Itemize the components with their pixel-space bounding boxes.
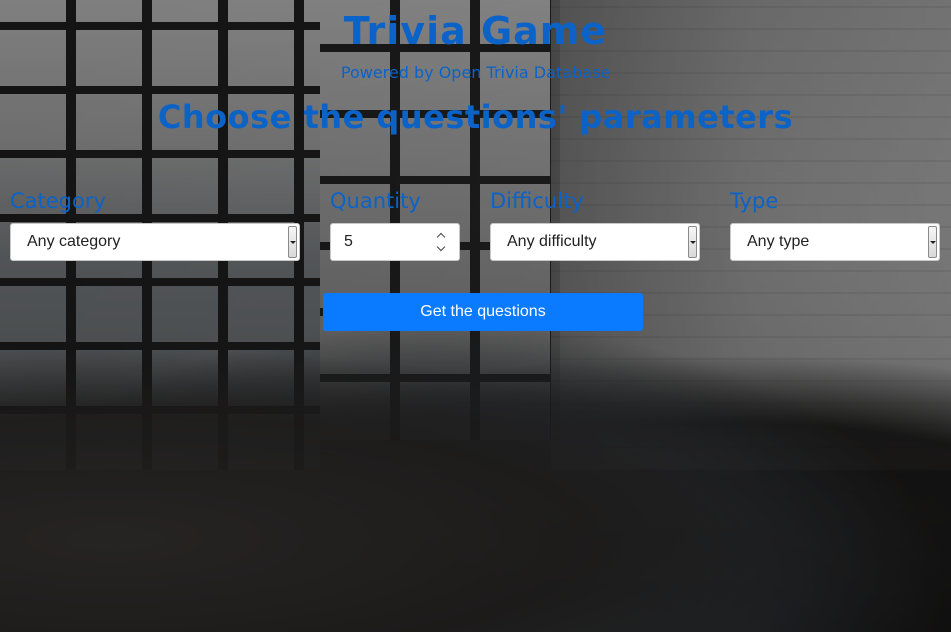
type-select[interactable]: Any type: [730, 223, 940, 261]
page-title: Trivia Game: [343, 9, 608, 53]
chevron-down-icon: [928, 226, 937, 258]
difficulty-select[interactable]: Any difficulty: [490, 223, 700, 261]
difficulty-select-value: Any difficulty: [507, 233, 597, 250]
chevron-up-icon[interactable]: [436, 232, 446, 242]
chevron-down-icon[interactable]: [436, 242, 446, 252]
section-heading: Choose the questions' parameters: [157, 98, 794, 136]
chevron-down-icon: [688, 226, 697, 258]
type-label: Type: [730, 189, 779, 213]
get-questions-button[interactable]: Get the questions: [323, 293, 643, 331]
quantity-value: 5: [344, 233, 353, 250]
chevron-down-icon: [288, 226, 297, 258]
page-subtitle: Powered by Open Trivia Database: [340, 63, 611, 82]
category-label: Category: [10, 189, 106, 213]
category-select-value: Any category: [27, 233, 121, 250]
quantity-label: Quantity: [330, 189, 421, 213]
page-content: Trivia Game Powered by Open Trivia Datab…: [0, 0, 951, 632]
type-select-value: Any type: [747, 233, 810, 250]
category-select[interactable]: Any category: [10, 223, 300, 261]
stepper-arrows-icon[interactable]: [433, 231, 449, 253]
difficulty-label: Difficulty: [490, 189, 584, 213]
quantity-stepper[interactable]: 5: [330, 223, 460, 261]
